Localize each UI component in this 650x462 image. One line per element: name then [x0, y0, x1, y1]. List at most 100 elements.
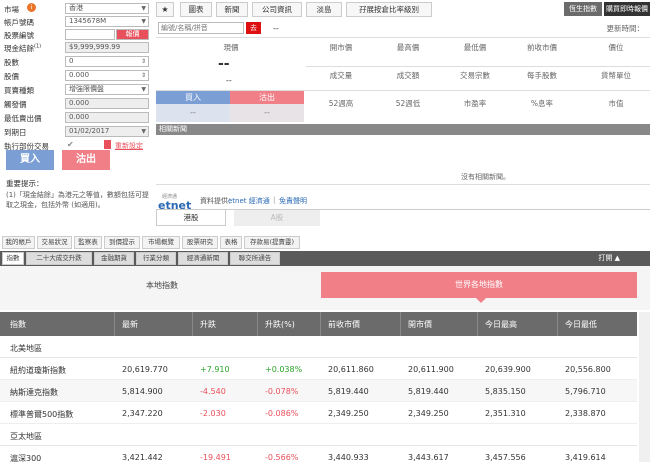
reset-link[interactable]: 重新設定	[115, 141, 143, 151]
nav-stock-research[interactable]: 股票研究	[182, 236, 218, 249]
tab-index[interactable]: 指數	[2, 252, 24, 265]
tab-margin[interactable]: 孖展按倉比率級別	[346, 2, 432, 17]
low52-label: 52週低	[395, 99, 421, 108]
nav-market-overview[interactable]: 市場概覽	[142, 236, 180, 249]
expiry-input[interactable]: 01/02/2017 ▼	[65, 126, 149, 137]
currency-label: 貨幣單位	[601, 71, 631, 80]
yield-label: %息率	[530, 99, 554, 108]
qty-input[interactable]: 0 ⇕	[65, 56, 149, 67]
table-row[interactable]: 標準普爾500指數 2,347.220 -2.030 -0.086% 2,349.250…	[0, 402, 637, 424]
ordertype-select[interactable]: 增強限價盤 ▼	[65, 84, 149, 95]
chevron-down-icon: ▼	[141, 18, 146, 25]
stoplimit-input[interactable]: 0.000	[65, 112, 149, 123]
index-name[interactable]: 滬深300	[10, 453, 41, 462]
nav-watchlist[interactable]: 監察表	[74, 236, 102, 249]
column-header: 最新	[122, 320, 138, 329]
cell-value: -4.540	[200, 387, 226, 396]
table-row[interactable]: 紐約道瓊斯指數 20,619.770 +7.910 +0.038% 20,611.860…	[0, 358, 637, 380]
price-value: --	[218, 56, 230, 72]
stepper-icon[interactable]: ⇕	[141, 71, 146, 80]
scrollbar[interactable]	[639, 312, 650, 462]
price-input[interactable]: 0.000 ⇕	[65, 70, 149, 81]
realtime-button[interactable]: 購買即時報價	[604, 2, 650, 16]
column-header: 升跌(%)	[265, 320, 295, 329]
index-button[interactable]: 恆生指數	[564, 2, 602, 16]
go-button[interactable]: 去	[246, 22, 261, 34]
column-header: 今日最低	[565, 320, 597, 329]
tab-chart[interactable]: 圖表	[180, 2, 212, 17]
nav-price-alert[interactable]: 到價提示	[104, 236, 140, 249]
tab-top20[interactable]: 二十大成交升跌	[26, 252, 92, 265]
column-header: 前收市價	[328, 320, 360, 329]
partial-checkbox[interactable]: ✔	[67, 140, 74, 149]
tab-news[interactable]: 新聞	[216, 2, 248, 17]
open-label: 開市價	[329, 43, 353, 52]
cell-value: 20,611.900	[408, 365, 454, 374]
cell-value: 2,349.250	[328, 409, 369, 418]
cell-value: 5,819.440	[328, 387, 369, 396]
quote-buy-button[interactable]: 買入	[156, 91, 230, 104]
nav-forms[interactable]: 表格	[220, 236, 242, 249]
price-label: 現價	[223, 43, 239, 52]
search-input[interactable]	[158, 22, 244, 34]
bid-value: --	[156, 104, 230, 122]
section-title: 北美地區	[10, 344, 42, 353]
buy-button[interactable]: 買入	[6, 150, 54, 170]
tab-island[interactable]: 淡島	[306, 2, 342, 17]
tab-world-index[interactable]: 世界各地指數	[321, 272, 637, 298]
marketcap-label: 市值	[608, 99, 624, 108]
stepper-icon[interactable]: ⇕	[141, 57, 146, 66]
order-panel: 市場 i 香港 ▼ 帳戶號碼 1345678M ▼ 股票編號 報價 現金結餘(1) …	[0, 0, 155, 250]
tab-industry[interactable]: 行業分類	[136, 252, 176, 265]
turnover-label: 成交額	[396, 71, 420, 80]
cell-value: 5,796.710	[565, 387, 606, 396]
cell-value: +7.910	[200, 365, 230, 374]
index-name[interactable]: 標準普爾500指數	[10, 409, 73, 420]
cell-value: 2,351.310	[485, 409, 526, 418]
column-header: 開市價	[408, 320, 432, 329]
volume-label: 成交量	[329, 71, 353, 80]
cell-value: 3,421.442	[122, 453, 163, 462]
stoplimit-label: 最低賣出價	[4, 114, 42, 123]
no-news-text: 沒有相關新聞。	[461, 173, 510, 181]
nav-trade-status[interactable]: 交易狀況	[37, 236, 72, 249]
tab-etnet-news[interactable]: 經濟通新聞	[178, 252, 228, 265]
expiry-label: 到期日	[4, 128, 27, 137]
notice-title: 重要提示：	[6, 179, 44, 188]
cell-value: -2.030	[200, 409, 226, 418]
disclaimer-link[interactable]: 免責聲明	[279, 196, 307, 206]
ordertype-label: 買賣種類	[4, 86, 34, 95]
trades-label: 交易宗數	[460, 71, 490, 80]
news-header: 相關新聞	[156, 124, 650, 135]
expand-toggle[interactable]: 打開 ▲	[598, 253, 620, 263]
info-icon[interactable]: i	[27, 3, 36, 12]
table-row[interactable]: 滬深300 3,421.442 -19.491 -0.566% 3,440.933 3,4…	[0, 446, 637, 462]
tab-local-index[interactable]: 本地指數	[4, 274, 320, 298]
quote-button[interactable]: 報價	[116, 29, 149, 40]
nav-deposit[interactable]: 存款易(提賣靈)	[244, 236, 300, 249]
tab-a-shares[interactable]: A股	[234, 210, 320, 226]
cell-value: -0.086%	[265, 409, 299, 418]
star-icon[interactable]: ★	[156, 2, 174, 17]
tab-hkex-notices[interactable]: 聯交所通告	[230, 252, 280, 265]
source-link[interactable]: etnet 經濟通	[228, 196, 270, 206]
index-name[interactable]: 紐約道瓊斯指數	[10, 365, 66, 376]
section-header: 北美地區	[0, 336, 637, 358]
sell-button[interactable]: 沽出	[62, 150, 110, 170]
quote-sell-button[interactable]: 沽出	[230, 91, 304, 104]
high-label: 最高價	[396, 43, 420, 52]
account-select[interactable]: 1345678M ▼	[65, 16, 149, 27]
code-input[interactable]	[65, 29, 115, 40]
tab-company[interactable]: 公司資訊	[252, 2, 302, 17]
market-select[interactable]: 香港 ▼	[65, 3, 149, 14]
cell-value: 2,347.220	[122, 409, 163, 418]
index-name[interactable]: 納斯達克指數	[10, 387, 58, 398]
nav-my-account[interactable]: 我的帳戶	[2, 236, 35, 249]
update-time: 更新時間：	[606, 24, 645, 33]
cell-value: -0.078%	[265, 387, 299, 396]
trigger-input[interactable]: 0.000	[65, 98, 149, 109]
cell-value: 20,611.860	[328, 365, 374, 374]
tab-hk-stocks[interactable]: 港股	[156, 210, 226, 226]
tab-futures[interactable]: 金融期貨	[94, 252, 134, 265]
table-row[interactable]: 納斯達克指數 5,814.900 -4.540 -0.078% 5,819.440 5,8…	[0, 380, 637, 402]
